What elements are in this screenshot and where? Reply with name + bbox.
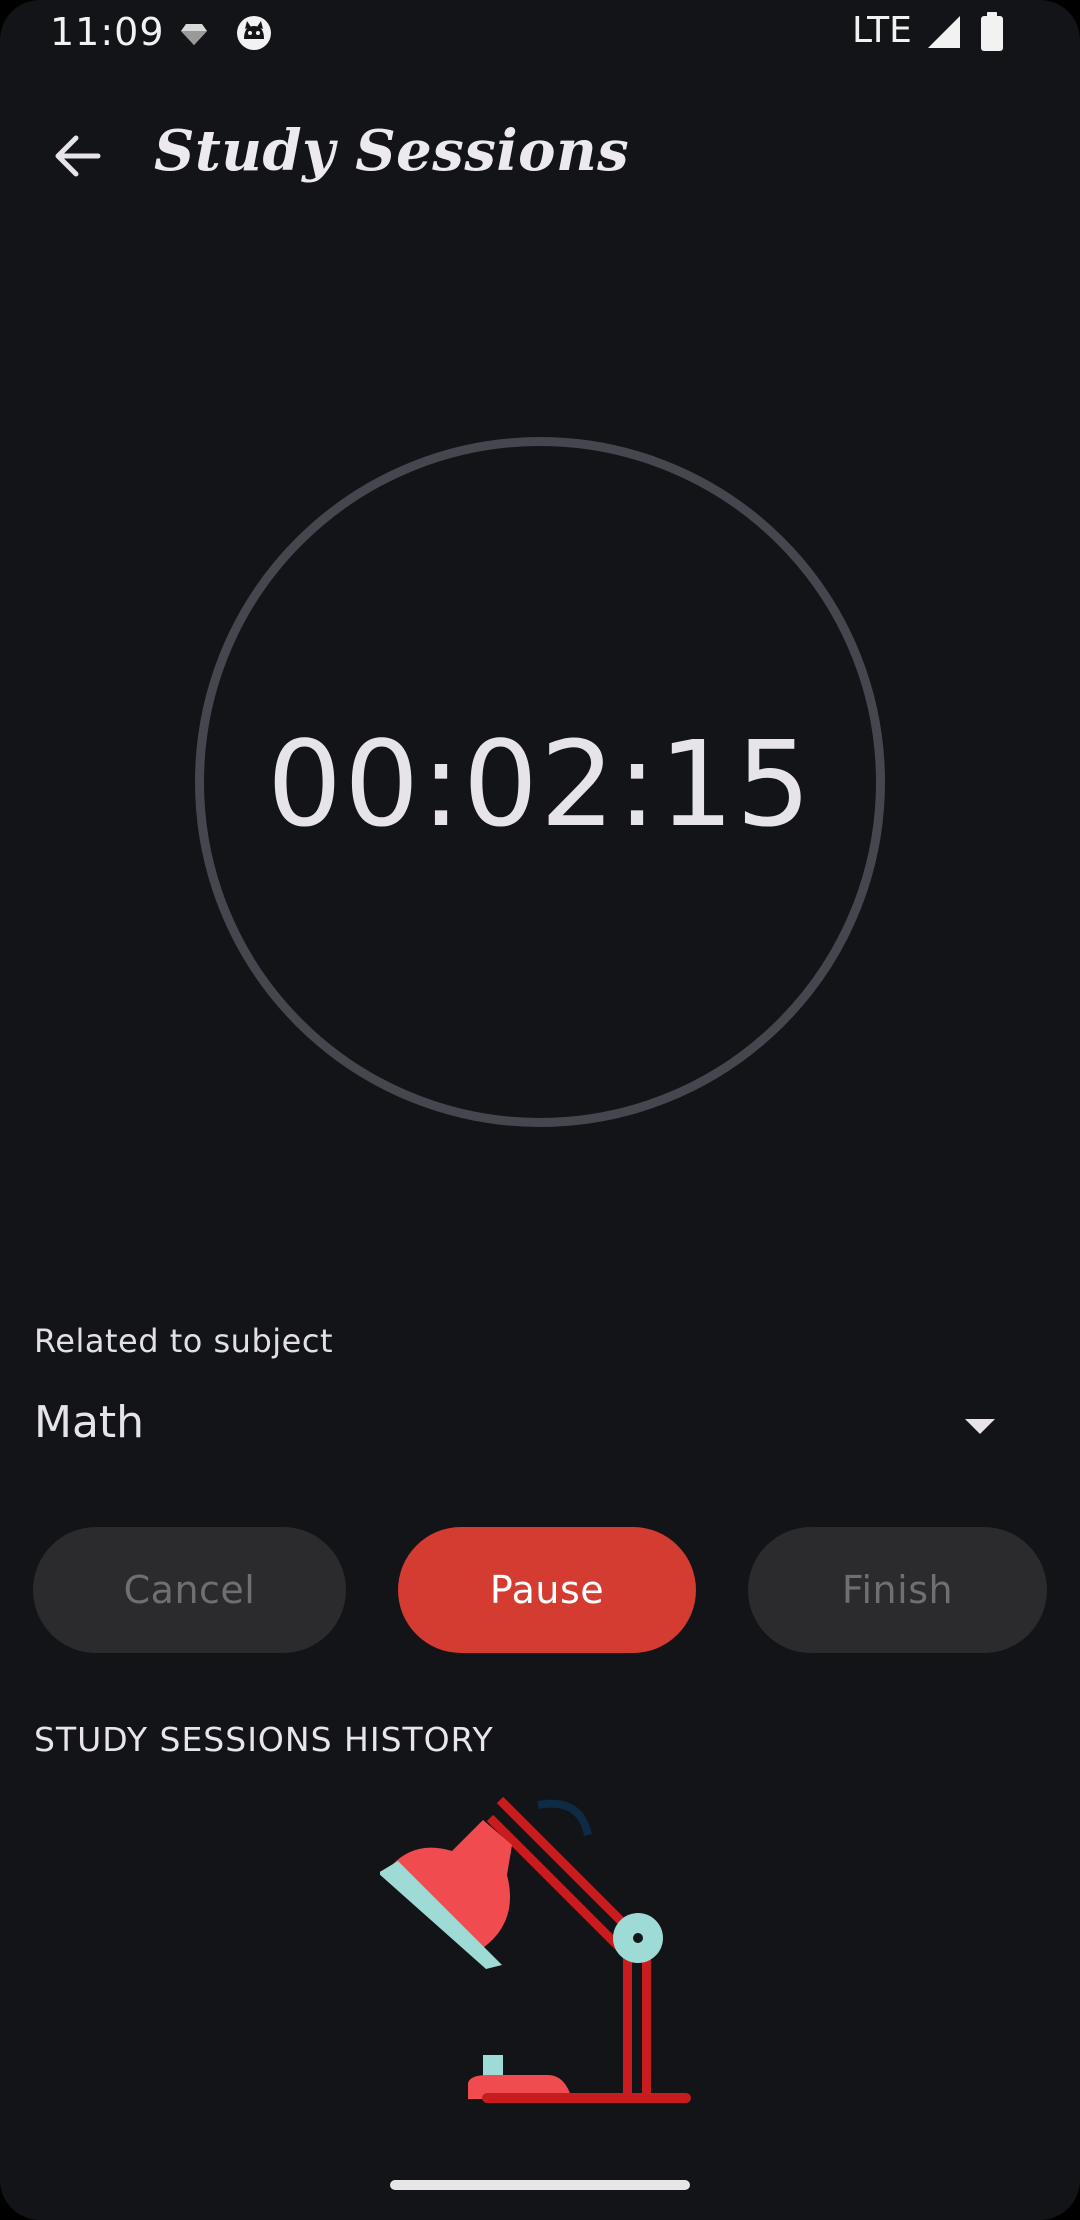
top-app-bar: Study Sessions — [0, 100, 1080, 212]
timer-ring: 00:02:15 — [195, 437, 885, 1127]
status-bar: 11:09 LTE — [0, 0, 1080, 66]
desk-lamp-illustration — [378, 1785, 700, 2125]
gesture-navigation-bar[interactable] — [390, 2180, 690, 2190]
cat-notification-icon — [235, 14, 273, 56]
arrow-back-icon — [55, 135, 101, 177]
network-type: LTE — [852, 10, 912, 51]
signal-icon — [926, 14, 962, 54]
history-heading: STUDY SESSIONS HISTORY — [34, 1720, 494, 1759]
diamond-notification-icon — [180, 22, 208, 50]
finish-button[interactable]: Finish — [748, 1527, 1047, 1653]
status-time: 11:09 — [50, 10, 165, 54]
timer-display: 00:02:15 — [267, 715, 813, 853]
battery-icon — [980, 12, 1004, 56]
subject-label: Related to subject — [34, 1322, 333, 1360]
cancel-button[interactable]: Cancel — [33, 1527, 346, 1653]
study-sessions-screen: 11:09 LTE Study Sessions 00:02:15 Relate… — [0, 0, 1080, 2220]
page-title: Study Sessions — [154, 118, 630, 184]
arrow-drop-down-icon — [965, 1419, 995, 1434]
pause-button[interactable]: Pause — [398, 1527, 696, 1653]
subject-selected-value: Math — [34, 1397, 145, 1448]
back-button[interactable] — [42, 126, 112, 186]
subject-dropdown[interactable]: Math — [20, 1385, 1020, 1465]
